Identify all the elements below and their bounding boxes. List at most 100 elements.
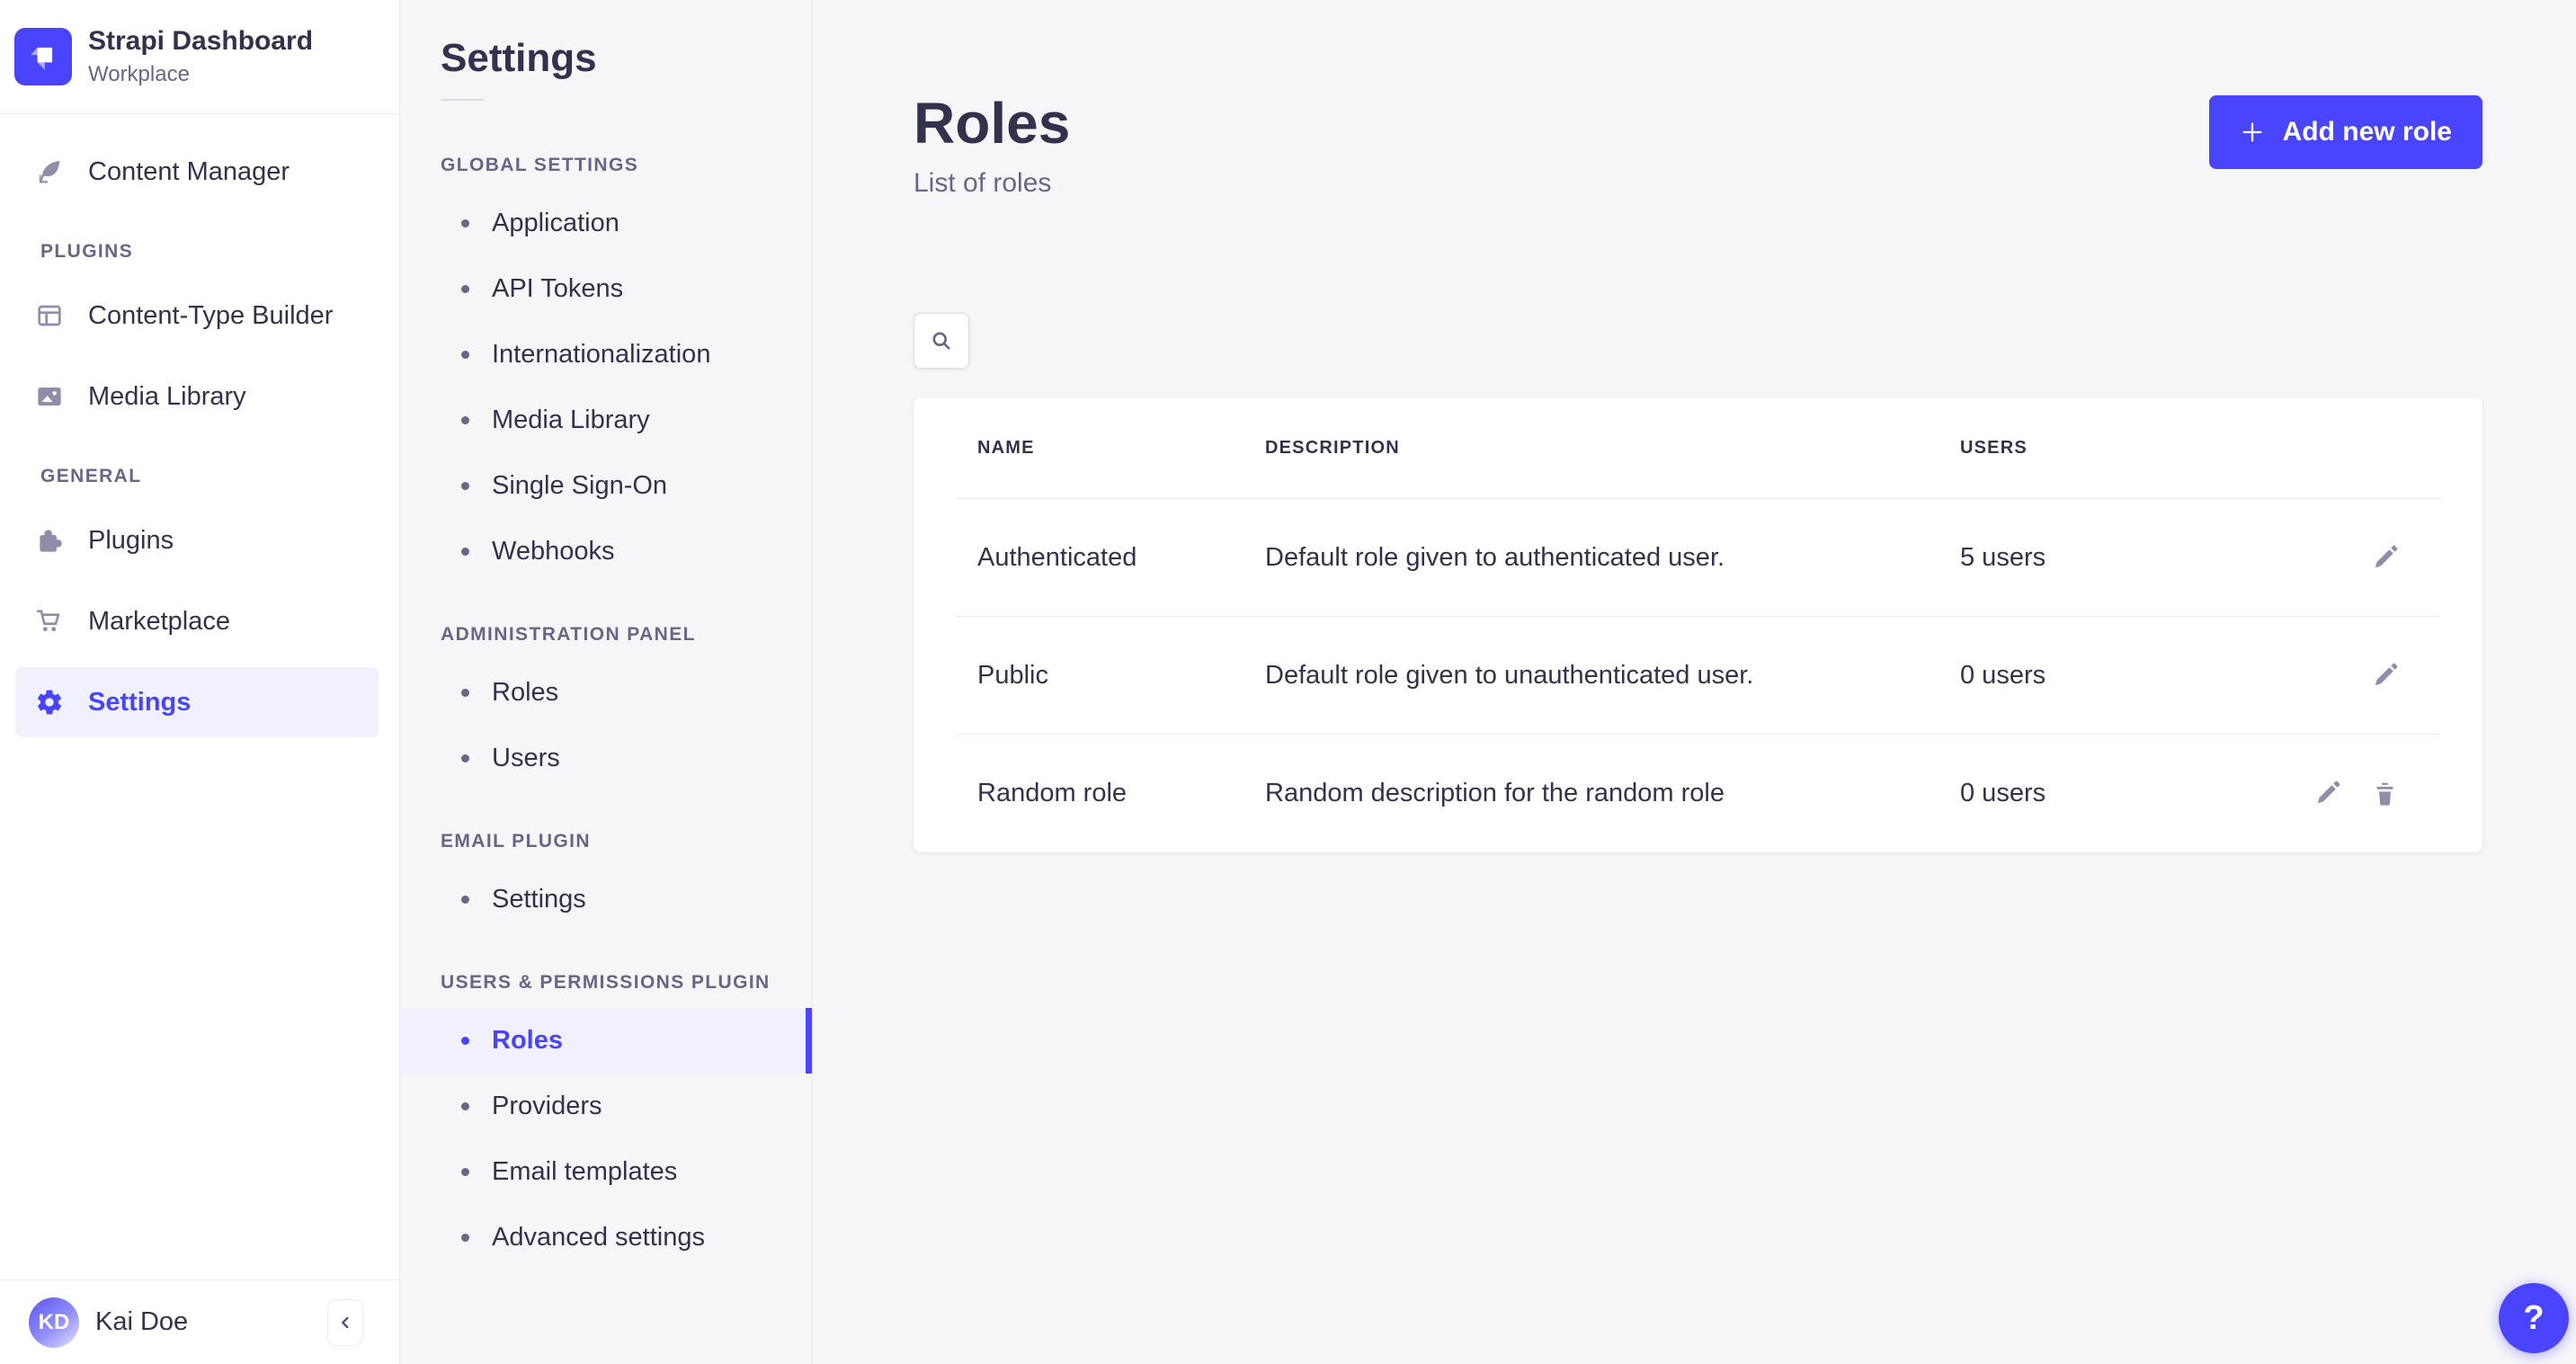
settings-nav-item-advanced-settings[interactable]: Advanced settings bbox=[400, 1205, 812, 1270]
chevron-left-icon bbox=[335, 1313, 355, 1333]
sidebar-item-media-library[interactable]: Media Library bbox=[15, 361, 379, 432]
sidebar-item-marketplace[interactable]: Marketplace bbox=[15, 586, 379, 656]
page-title: Roles bbox=[914, 94, 1070, 154]
bullet-icon bbox=[461, 1234, 469, 1242]
settings-nav-item-label: Users bbox=[492, 744, 560, 773]
pencil-icon bbox=[2370, 543, 2400, 573]
bullet-icon bbox=[461, 219, 469, 227]
page-header: Roles List of roles Add new role bbox=[914, 94, 2482, 199]
settings-nav-item-label: Advanced settings bbox=[492, 1223, 705, 1253]
bullet-icon bbox=[461, 351, 469, 359]
settings-nav-item-application[interactable]: Application bbox=[400, 191, 812, 256]
sidebar-item-label: Plugins bbox=[88, 526, 174, 556]
column-header-users: USERS bbox=[1960, 438, 2288, 459]
settings-nav-item-label: Single Sign-On bbox=[492, 471, 667, 501]
settings-nav-item-email-settings[interactable]: Settings bbox=[400, 867, 812, 932]
page-subtitle: List of roles bbox=[914, 168, 1070, 199]
settings-section-admin-panel: ADMINISTRATION PANEL bbox=[441, 624, 812, 646]
nav-section-heading-general: GENERAL bbox=[40, 466, 399, 487]
settings-nav-item-admin-users[interactable]: Users bbox=[400, 726, 812, 791]
settings-sub-sidebar: Settings GLOBAL SETTINGS Application API… bbox=[400, 0, 813, 1364]
settings-nav-item-email-templates[interactable]: Email templates bbox=[400, 1139, 812, 1205]
avatar: KD bbox=[29, 1297, 79, 1348]
settings-nav-item-providers[interactable]: Providers bbox=[400, 1074, 812, 1139]
edit-role-button[interactable] bbox=[2313, 779, 2342, 808]
page-title-block: Roles List of roles bbox=[914, 94, 1070, 199]
column-header-description: DESCRIPTION bbox=[1265, 438, 1960, 459]
settings-nav-item-media-library[interactable]: Media Library bbox=[400, 388, 812, 453]
settings-nav-item-internationalization[interactable]: Internationalization bbox=[400, 322, 812, 388]
table-header-row: NAME DESCRIPTION USERS bbox=[955, 397, 2441, 499]
role-description: Default role given to authenticated user… bbox=[1265, 543, 1960, 573]
settings-nav-item-label: Webhooks bbox=[492, 537, 615, 566]
sidebar-item-label: Content Manager bbox=[88, 157, 290, 187]
table-row-public[interactable]: Public Default role given to unauthentic… bbox=[955, 617, 2441, 735]
help-button[interactable]: ? bbox=[2499, 1283, 2569, 1353]
role-name: Authenticated bbox=[955, 543, 1265, 573]
sidebar-footer: KD Kai Doe bbox=[0, 1279, 399, 1364]
row-actions bbox=[2288, 661, 2441, 691]
search-button[interactable] bbox=[914, 313, 969, 369]
delete-role-button[interactable] bbox=[2370, 779, 2400, 808]
sidebar-item-content-type-builder[interactable]: Content-Type Builder bbox=[15, 281, 379, 351]
plus-icon bbox=[2240, 120, 2265, 145]
add-new-role-label: Add new role bbox=[2283, 117, 2452, 147]
settings-nav-item-label: Providers bbox=[492, 1092, 602, 1121]
brand-text: Strapi Dashboard Workplace bbox=[88, 26, 313, 87]
settings-nav-item-admin-roles[interactable]: Roles bbox=[400, 660, 812, 726]
row-actions bbox=[2288, 543, 2441, 573]
brand[interactable]: Strapi Dashboard Workplace bbox=[0, 0, 399, 114]
layout-icon bbox=[35, 301, 64, 330]
settings-nav-item-label: Email templates bbox=[492, 1157, 677, 1187]
settings-nav-item-label: Media Library bbox=[492, 406, 650, 435]
settings-nav-title: Settings bbox=[441, 36, 812, 81]
role-name: Public bbox=[955, 661, 1265, 691]
settings-nav-item-single-sign-on[interactable]: Single Sign-On bbox=[400, 453, 812, 519]
edit-role-button[interactable] bbox=[2370, 661, 2400, 691]
search-icon bbox=[929, 328, 954, 353]
settings-nav-item-label: API Tokens bbox=[492, 274, 623, 304]
sidebar-item-settings[interactable]: Settings bbox=[15, 667, 379, 737]
add-new-role-button[interactable]: Add new role bbox=[2209, 95, 2482, 169]
settings-section-users-permissions: USERS & PERMISSIONS PLUGIN bbox=[441, 972, 812, 994]
table-row-random-role[interactable]: Random role Random description for the r… bbox=[955, 735, 2441, 852]
settings-nav-item-label: Roles bbox=[492, 1026, 563, 1056]
role-users-count: 0 users bbox=[1960, 779, 2288, 808]
table-row-authenticated[interactable]: Authenticated Default role given to auth… bbox=[955, 499, 2441, 617]
bullet-icon bbox=[461, 754, 469, 762]
collapse-sidebar-button[interactable] bbox=[327, 1299, 363, 1346]
main-sidebar: Strapi Dashboard Workplace Content Manag… bbox=[0, 0, 400, 1364]
divider bbox=[441, 99, 484, 101]
puzzle-icon bbox=[35, 526, 64, 555]
brand-subtitle: Workplace bbox=[88, 62, 313, 87]
bullet-icon bbox=[461, 482, 469, 490]
user-menu[interactable]: KD Kai Doe bbox=[29, 1297, 188, 1348]
pencil-icon bbox=[2370, 661, 2400, 691]
roles-table: NAME DESCRIPTION USERS Authenticated Def… bbox=[914, 397, 2482, 852]
settings-nav-item-label: Internationalization bbox=[492, 340, 710, 370]
gear-icon bbox=[35, 688, 64, 717]
strapi-logo-icon bbox=[14, 28, 72, 85]
bullet-icon bbox=[461, 416, 469, 424]
pencil-icon bbox=[2313, 779, 2342, 808]
sidebar-item-label: Media Library bbox=[88, 382, 246, 412]
bullet-icon bbox=[461, 689, 469, 697]
sidebar-item-plugins[interactable]: Plugins bbox=[15, 505, 379, 575]
settings-nav-item-webhooks[interactable]: Webhooks bbox=[400, 519, 812, 584]
sidebar-item-content-manager[interactable]: Content Manager bbox=[15, 137, 379, 207]
settings-section-email-plugin: EMAIL PLUGIN bbox=[441, 831, 812, 852]
edit-role-button[interactable] bbox=[2370, 543, 2400, 573]
image-icon bbox=[35, 382, 64, 411]
settings-nav-item-label: Roles bbox=[492, 678, 558, 708]
feather-icon bbox=[35, 157, 64, 186]
brand-title: Strapi Dashboard bbox=[88, 26, 313, 58]
settings-nav-item-label: Application bbox=[492, 209, 619, 238]
settings-section-global: GLOBAL SETTINGS bbox=[441, 155, 812, 176]
sidebar-item-label: Marketplace bbox=[88, 607, 230, 637]
bullet-icon bbox=[461, 1168, 469, 1176]
settings-nav-item-up-roles[interactable]: Roles bbox=[400, 1008, 812, 1074]
question-mark-icon: ? bbox=[2523, 1299, 2544, 1338]
bullet-icon bbox=[461, 896, 469, 904]
settings-nav-item-api-tokens[interactable]: API Tokens bbox=[400, 256, 812, 322]
role-name: Random role bbox=[955, 779, 1265, 808]
